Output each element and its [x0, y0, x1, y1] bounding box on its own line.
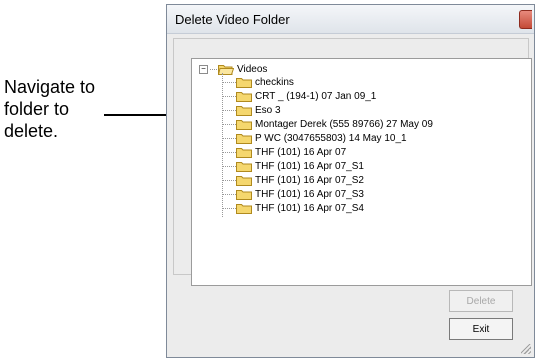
- tree-connector: [222, 193, 236, 195]
- tree-item-label: THF (101) 16 Apr 07_S2: [255, 174, 364, 186]
- tree-item-label: THF (101) 16 Apr 07_S3: [255, 188, 364, 200]
- tree-connector: [222, 165, 236, 167]
- folder-icon: [236, 91, 252, 102]
- callout-text: Navigate to folder to delete.: [4, 76, 134, 142]
- folder-icon: [236, 119, 252, 130]
- tree-connector: [222, 179, 236, 181]
- folder-icon: [236, 105, 252, 116]
- tree-item-label: CRT _ (194-1) 07 Jan 09_1: [255, 90, 377, 102]
- collapse-icon[interactable]: −: [199, 64, 208, 74]
- callout-line-2: folder to: [4, 99, 70, 119]
- folder-icon: [236, 175, 252, 186]
- tree-connector: [222, 207, 236, 209]
- delete-video-folder-dialog: Delete Video Folder − Videos checkins CRT…: [166, 4, 535, 358]
- tree-item-label: THF (101) 16 Apr 07_S4: [255, 202, 364, 214]
- folder-icon: [236, 77, 252, 88]
- tree-connector: [222, 123, 236, 125]
- tree-connector: [222, 151, 236, 153]
- tree-item[interactable]: checkins: [222, 76, 294, 88]
- tree-item[interactable]: THF (101) 16 Apr 07_S1: [222, 160, 364, 172]
- tree-item[interactable]: CRT _ (194-1) 07 Jan 09_1: [222, 90, 376, 102]
- tree-item-label: Eso 3: [255, 104, 281, 116]
- tree-connector: [222, 137, 236, 139]
- tree-item[interactable]: P WC (3047655803) 14 May 10_1: [222, 132, 407, 144]
- folder-icon: [236, 189, 252, 200]
- title-bar[interactable]: Delete Video Folder: [167, 5, 534, 34]
- tree-item[interactable]: Eso 3: [222, 104, 281, 116]
- folder-icon: [236, 147, 252, 158]
- folder-icon: [236, 133, 252, 144]
- window-title: Delete Video Folder: [175, 12, 290, 27]
- folder-group-box: − Videos checkins CRT _ (194-1) 07 Jan 09…: [173, 38, 532, 286]
- tree-item[interactable]: THF (101) 16 Apr 07_S4: [222, 202, 364, 214]
- tree-item[interactable]: THF (101) 16 Apr 07_S3: [222, 188, 364, 200]
- callout-line-3: delete.: [4, 121, 59, 141]
- tree-item[interactable]: THF (101) 16 Apr 07_S2: [222, 174, 364, 186]
- tree-item-label: THF (101) 16 Apr 07_S1: [255, 160, 364, 172]
- folder-icon: [236, 161, 252, 172]
- tree-item-label: Montager Derek (555 89766) 27 May 09: [255, 118, 433, 130]
- callout-line-1: Navigate to: [4, 77, 96, 97]
- folder-tree[interactable]: − Videos checkins CRT _ (194-1) 07 Jan 09…: [191, 58, 532, 286]
- tree-item-label: THF (101) 16 Apr 07: [255, 146, 347, 158]
- tree-root-label: Videos: [237, 63, 268, 75]
- resize-grip-icon[interactable]: [521, 344, 531, 354]
- tree-root-videos[interactable]: − Videos: [199, 62, 267, 76]
- folder-icon: [236, 203, 252, 214]
- exit-button[interactable]: Exit: [449, 318, 513, 340]
- tree-item-label: checkins: [255, 76, 294, 88]
- tree-connector: [222, 109, 236, 111]
- tree-item[interactable]: THF (101) 16 Apr 07: [222, 146, 346, 158]
- tree-connector: [222, 81, 236, 83]
- tree-item-label: P WC (3047655803) 14 May 10_1: [255, 132, 407, 144]
- tree-connector: [222, 95, 236, 97]
- tree-item[interactable]: Montager Derek (555 89766) 27 May 09: [222, 118, 433, 130]
- tree-connector: [210, 68, 217, 70]
- delete-button[interactable]: Delete: [449, 290, 513, 312]
- open-folder-icon: [218, 64, 234, 75]
- close-icon[interactable]: [519, 10, 532, 29]
